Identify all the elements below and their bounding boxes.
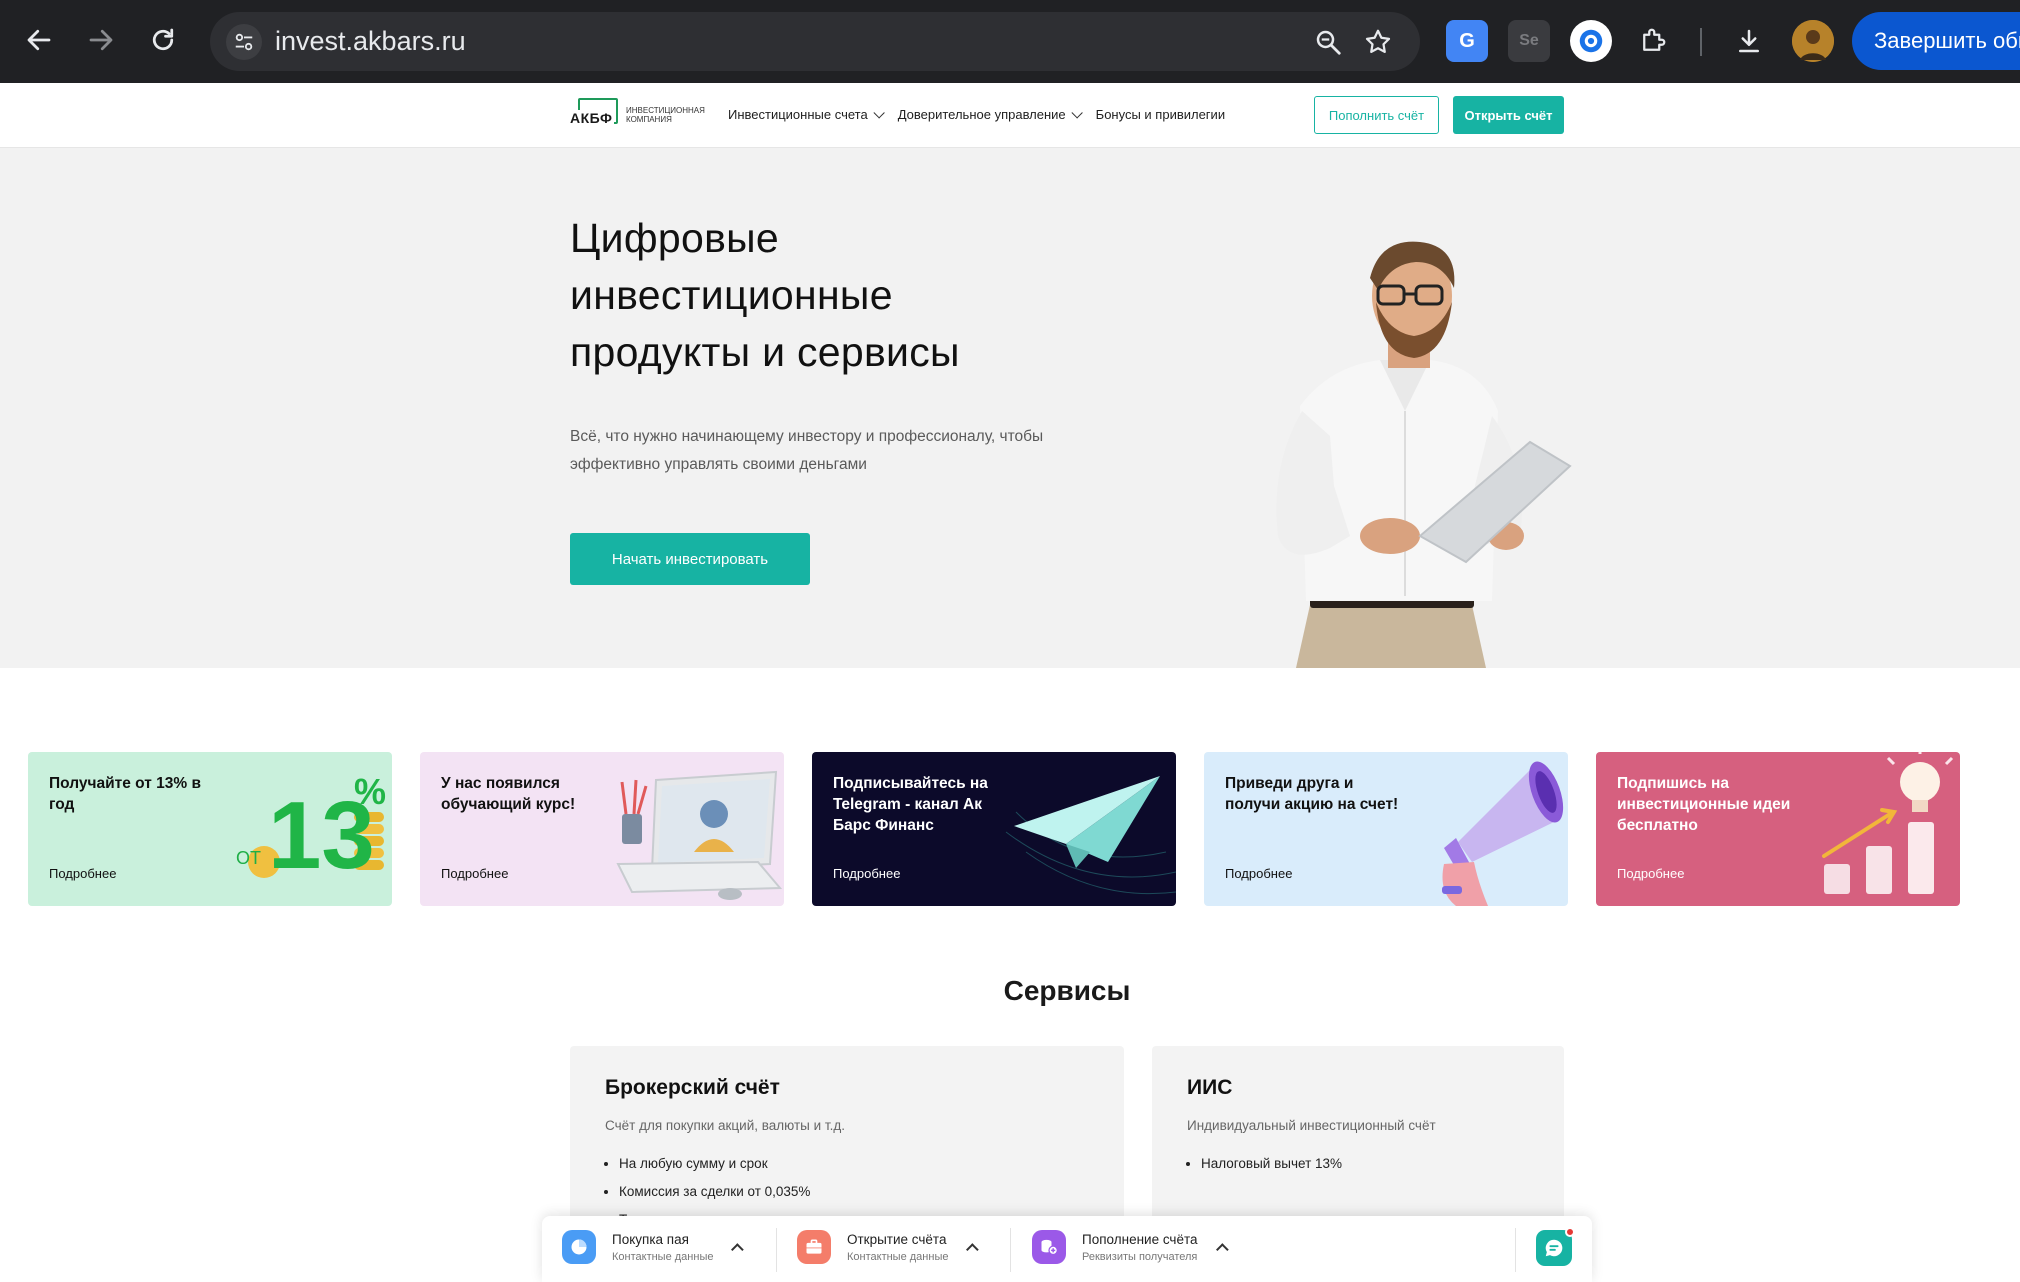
promo-card-telegram[interactable]: Подписывайтесь на Telegram - канал Ак Ба… (812, 752, 1176, 906)
hero-title: Цифровые инвестиционные продукты и серви… (570, 210, 1130, 381)
pie-chart-icon (562, 1230, 596, 1264)
site-header: АКБФ Инвестиционная компания Инвестицион… (0, 83, 2020, 148)
download-icon[interactable] (1728, 20, 1770, 62)
hero-desc-line: Всё, что нужно начинающему инвестору и п… (570, 428, 1044, 445)
action-title: Открытие счёта (847, 1231, 947, 1247)
notification-dot (1565, 1227, 1575, 1237)
nav-trust-management[interactable]: Доверительное управление (897, 106, 1083, 122)
nav-investment-accounts[interactable]: Инвестиционные счета (728, 106, 885, 122)
service-feature: На любую сумму и срок (619, 1150, 810, 1178)
laptop-course-art (616, 770, 783, 900)
profile-avatar[interactable] (1792, 20, 1834, 62)
action-buy-share[interactable]: Покупка пая Контактные данные (562, 1230, 745, 1264)
services-heading: Сервисы (1003, 975, 1131, 1006)
browser-toolbar: invest.akbars.ru G Se Завершить обн (0, 0, 2020, 83)
service-title: ИИС (1187, 1076, 1233, 1099)
main-nav: Инвестиционные счета Доверительное управ… (728, 106, 1225, 122)
start-investing-button[interactable]: Начать инвестировать (570, 533, 810, 585)
circle-extension-icon[interactable] (1570, 20, 1612, 62)
toolbar-divider (1700, 28, 1702, 56)
logo-subtitle: Инвестиционная компания (626, 106, 705, 124)
extensions-puzzle-icon[interactable] (1632, 20, 1674, 62)
promo-card-13-percent[interactable]: Получайте от 13% в год Подробнее ОТ 13 % (28, 752, 392, 906)
coins-add-icon (1032, 1230, 1066, 1264)
seo-extension-icon[interactable]: Se (1508, 20, 1550, 62)
megaphone-art (1442, 761, 1564, 906)
action-subtitle: Реквизиты получателя (1082, 1250, 1198, 1263)
nav-label: Доверительное управление (897, 107, 1066, 122)
promo-card-referral[interactable]: Приведи друга и получи акцию на счет! По… (1204, 752, 1568, 906)
bookmark-star-icon[interactable] (1360, 24, 1396, 60)
hero-title-line: продукты и сервисы (570, 329, 960, 375)
reload-icon (152, 28, 174, 51)
topup-account-button[interactable]: Пополнить счёт (1314, 96, 1439, 134)
chevron-up-icon[interactable] (731, 1242, 745, 1256)
action-subtitle: Контактные данные (847, 1250, 949, 1263)
thirteen-percent-art: ОТ 13 % (236, 771, 386, 889)
service-feature: Комиссия за сделки от 0,035% (619, 1178, 810, 1206)
service-features: Налоговый вычет 13% (1201, 1150, 1342, 1178)
zoom-icon[interactable] (1310, 24, 1346, 60)
service-title: Брокерский счёт (605, 1076, 780, 1099)
divider (1515, 1228, 1516, 1272)
divider (1010, 1228, 1011, 1272)
hero-desc-line: эффективно управлять своими деньгами (570, 456, 867, 473)
service-description: Индивидуальный инвестиционный счёт (1187, 1118, 1436, 1133)
art-prefix: ОТ (236, 848, 261, 868)
chat-button[interactable] (1536, 1227, 1575, 1266)
logo-text: АКБФ (570, 110, 615, 126)
update-browser-button[interactable]: Завершить обн (1852, 12, 2020, 70)
nav-label: Бонусы и привилегии (1095, 107, 1226, 122)
chevron-down-icon (873, 106, 885, 119)
reload-button[interactable] (138, 15, 188, 65)
address-bar[interactable]: invest.akbars.ru (210, 12, 1420, 71)
back-button[interactable] (14, 15, 64, 65)
chevron-up-icon[interactable] (1215, 1242, 1229, 1256)
arrow-left-icon (27, 29, 51, 51)
promo-card-course[interactable]: У нас появился обучающий курс! Подробнее (420, 752, 784, 906)
promo-more-link[interactable]: Подробнее (1225, 866, 1292, 881)
promo-more-link[interactable]: Подробнее (1617, 866, 1684, 881)
logo-mark: АКБФ (570, 98, 622, 132)
chat-bubble-icon (1545, 1239, 1563, 1257)
arrow-right-icon (89, 29, 113, 51)
growth-lightbulb-art (1822, 752, 1954, 894)
hero-description: Всё, что нужно начинающему инвестору и п… (570, 423, 1110, 479)
art-percent: % (354, 771, 386, 812)
company-logo[interactable]: АКБФ Инвестиционная компания (570, 98, 706, 132)
site-settings-icon[interactable] (226, 24, 262, 60)
promo-more-link[interactable]: Подробнее (833, 866, 900, 881)
nav-label: Инвестиционные счета (728, 107, 868, 122)
chevron-down-icon (1071, 106, 1083, 119)
open-account-button[interactable]: Открыть счёт (1453, 96, 1564, 134)
promo-card-investment-ideas[interactable]: Подпишись на инвестиционные идеи бесплат… (1596, 752, 1960, 906)
paper-plane-art (1005, 776, 1176, 895)
chevron-up-icon[interactable] (966, 1242, 980, 1256)
url-text[interactable]: invest.akbars.ru (275, 26, 466, 57)
briefcase-icon (797, 1230, 831, 1264)
hero-title-line: Цифровые (570, 215, 780, 261)
businessman-with-tablet-image (1276, 241, 1572, 668)
service-feature: Налоговый вычет 13% (1201, 1150, 1342, 1178)
action-topup-account[interactable]: Пополнение счёта Реквизиты получателя (1032, 1230, 1229, 1264)
nav-bonuses[interactable]: Бонусы и привилегии (1096, 107, 1225, 122)
promo-more-link[interactable]: Подробнее (49, 866, 116, 881)
hero-title-line: инвестиционные (570, 272, 893, 318)
hero-section: Цифровые инвестиционные продукты и серви… (0, 148, 2020, 668)
action-title: Покупка пая (612, 1231, 689, 1247)
quick-actions-bar: Покупка пая Контактные данные Открытие с… (542, 1216, 1592, 1282)
translate-extension-icon[interactable]: G (1446, 20, 1488, 62)
forward-button[interactable] (76, 15, 126, 65)
promo-more-link[interactable]: Подробнее (441, 866, 508, 881)
action-open-account[interactable]: Открытие счёта Контактные данные (797, 1230, 980, 1264)
action-subtitle: Контактные данные (612, 1250, 714, 1263)
action-title: Пополнение счёта (1082, 1231, 1198, 1247)
divider (776, 1228, 777, 1272)
service-description: Счёт для покупки акций, валюты и т.д. (605, 1118, 845, 1133)
